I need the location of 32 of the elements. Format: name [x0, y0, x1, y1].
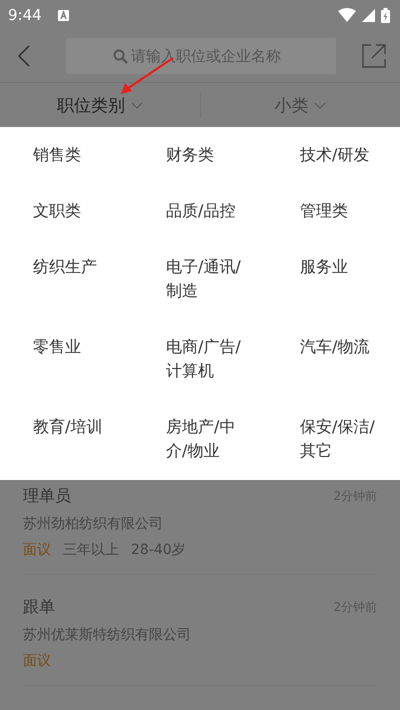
category-option[interactable]: 保安/保洁/其它	[267, 415, 400, 463]
category-option[interactable]: 服务业	[267, 255, 400, 279]
category-option[interactable]: 纺织生产	[0, 255, 133, 279]
signal-icon	[362, 8, 375, 22]
category-option[interactable]: 电子/通讯/制造	[133, 255, 267, 303]
category-option[interactable]: 零售业	[0, 335, 133, 359]
requirement-text: 28-40岁	[131, 541, 186, 560]
salary-text: 面议	[23, 541, 51, 560]
company-name: 苏州劲柏纺织有限公司	[23, 515, 163, 534]
category-option[interactable]: 管理类	[267, 199, 400, 223]
status-time: 9:44	[8, 6, 42, 24]
requirement-text: 三年以上	[63, 541, 119, 560]
battery-icon	[381, 8, 390, 22]
category-option[interactable]: 技术/研发	[267, 143, 400, 167]
category-option[interactable]: 品质/品控	[133, 199, 267, 223]
company-name: 苏州优莱斯特纺织有限公司	[23, 626, 191, 645]
back-icon[interactable]	[18, 45, 30, 67]
category-option[interactable]: 销售类	[0, 143, 133, 167]
filter-tab[interactable]: 职位类别	[0, 83, 200, 127]
wifi-icon	[338, 8, 356, 22]
category-option[interactable]: 文职类	[0, 199, 133, 223]
salary-text: 面议	[23, 652, 51, 671]
category-option[interactable]: 教育/培训	[0, 415, 133, 439]
category-option[interactable]: 房地产/中介/物业	[133, 415, 267, 463]
share-icon[interactable]	[362, 44, 386, 68]
category-option[interactable]: 汽车/物流	[267, 335, 400, 359]
category-option[interactable]: 财务类	[133, 143, 267, 167]
search-icon	[113, 49, 128, 64]
chevron-icon	[314, 102, 326, 108]
category-option[interactable]: 电商/广告/计算机	[133, 335, 267, 383]
notification-icon	[58, 10, 69, 20]
chevron-icon	[130, 102, 143, 108]
